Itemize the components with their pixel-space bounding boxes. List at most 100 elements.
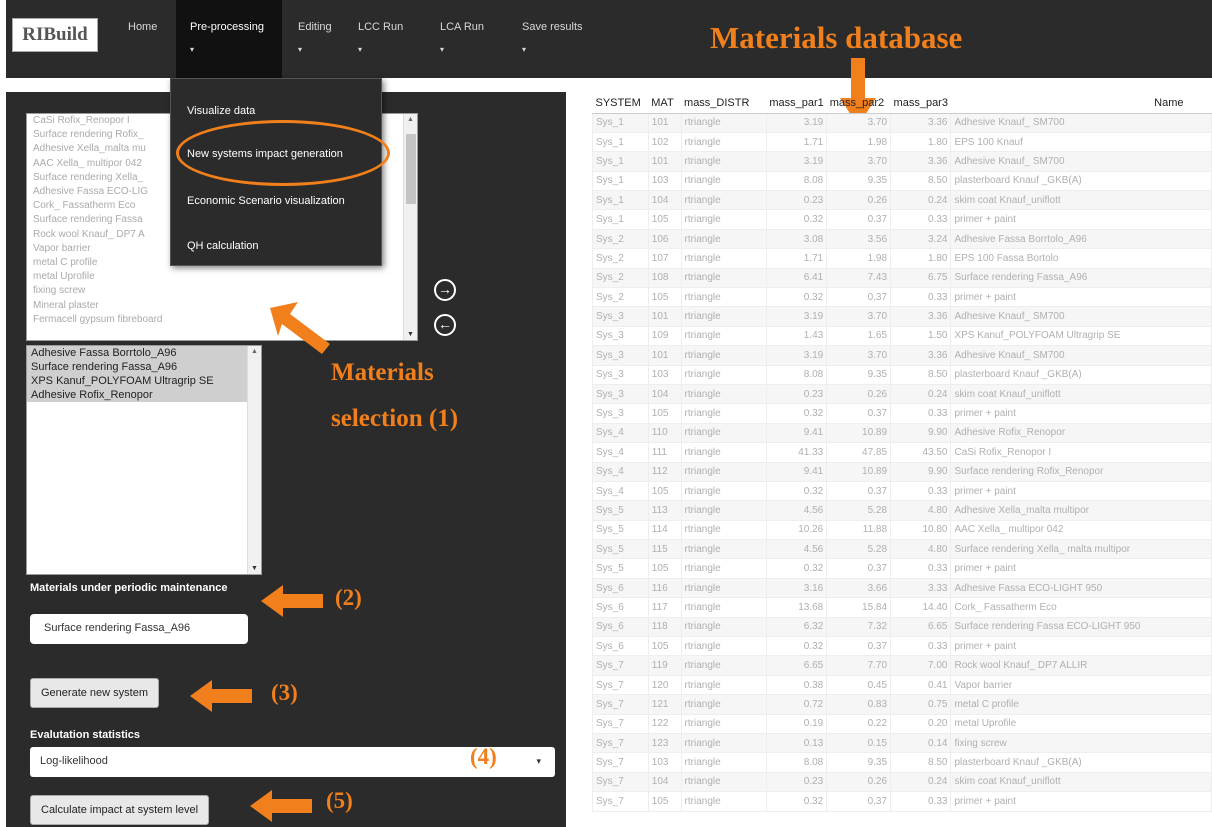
nav-save-results[interactable]: Save results ▾ <box>508 0 596 78</box>
table-cell: rtriangle <box>680 403 767 424</box>
table-row[interactable]: Sys_1 101 rtriangle 3.19 3.70 3.36 Adhesive Kn… <box>592 112 1212 133</box>
table-row[interactable]: Sys_3 103 rtriangle 8.08 9.35 8.50 plasterboar… <box>592 364 1212 385</box>
table-row[interactable]: Sys_1 103 rtriangle 8.08 9.35 8.50 plasterboar… <box>592 170 1212 192</box>
table-cell: rtriangle <box>680 655 767 676</box>
nav-lcc-run[interactable]: LCC Run ▾ <box>344 0 422 78</box>
table-row[interactable]: Sys_2 106 rtriangle 3.08 3.56 3.24 Adhesive Fa… <box>592 228 1212 250</box>
add-material-arrow-icon[interactable]: → <box>434 279 456 301</box>
table-row[interactable]: Sys_7 121 rtriangle 0.72 0.83 0.75 metal C pro… <box>592 694 1212 715</box>
table-cell: Sys_7 <box>592 752 649 773</box>
column-header[interactable]: Name <box>950 94 1212 114</box>
selected-scrollbar[interactable]: ▲ ▼ <box>247 346 261 574</box>
table-row[interactable]: Sys_3 105 rtriangle 0.32 0.37 0.33 primer + pa… <box>592 403 1212 424</box>
table-cell: skim coat Knauf_uniflott <box>950 383 1212 405</box>
table-cell: 3.36 <box>890 306 952 327</box>
table-row[interactable]: Sys_7 119 rtriangle 6.65 7.70 7.00 Rock wool K… <box>592 655 1212 676</box>
logo-text: RIBuild <box>22 24 88 45</box>
table-row[interactable]: Sys_6 118 rtriangle 6.32 7.32 6.65 Surface ren… <box>592 616 1212 638</box>
selected-materials-listbox[interactable]: Adhesive Fassa Borrtolo_A96 Surface rend… <box>26 345 262 575</box>
table-cell: rtriangle <box>680 325 767 347</box>
table-cell: Sys_4 <box>592 480 649 502</box>
table-row[interactable]: Sys_6 105 rtriangle 0.32 0.37 0.33 primer + pa… <box>592 636 1212 657</box>
table-row[interactable]: Sys_2 105 rtriangle 0.32 0.37 0.33 primer + pa… <box>592 287 1212 308</box>
generate-new-system-button[interactable]: Generate new system <box>30 678 159 708</box>
nav-pre-processing[interactable]: Pre-processing ▾ <box>176 0 282 78</box>
list-item[interactable]: Surface rendering Fassa_A96 <box>27 360 247 374</box>
table-cell: 3.24 <box>890 228 952 250</box>
table-row[interactable]: Sys_5 114 rtriangle 10.26 11.88 10.80 AAC Xell… <box>592 519 1212 541</box>
table-cell: 9.41 <box>765 461 828 482</box>
column-header[interactable]: mass_par1 <box>766 94 827 114</box>
table-row[interactable]: Sys_7 123 rtriangle 0.13 0.15 0.14 fixing scre… <box>592 732 1212 754</box>
table-row[interactable]: Sys_6 117 rtriangle 13.68 15.84 14.40 Cork_ Fa… <box>592 597 1212 618</box>
periodic-maintenance-input[interactable]: Surface rendering Fassa_A96 <box>30 614 248 644</box>
table-cell: Sys_4 <box>592 461 649 482</box>
nav-home[interactable]: Home <box>114 0 174 78</box>
scroll-down-icon[interactable]: ▼ <box>251 565 258 572</box>
table-cell: rtriangle <box>680 771 767 793</box>
menu-item-qh-calculation[interactable]: QH calculation <box>187 240 259 252</box>
table-row[interactable]: Sys_7 120 rtriangle 0.38 0.45 0.41 Vapor barri… <box>592 674 1212 696</box>
table-cell: 0.72 <box>765 694 828 715</box>
remove-material-arrow-icon[interactable]: ← <box>434 314 456 336</box>
column-header[interactable]: MAT <box>648 94 682 114</box>
table-row[interactable]: Sys_7 104 rtriangle 0.23 0.26 0.24 skim coat K… <box>592 771 1212 793</box>
list-item[interactable]: Adhesive Fassa Borrtolo_A96 <box>27 346 247 360</box>
table-row[interactable]: Sys_5 105 rtriangle 0.32 0.37 0.33 primer + pa… <box>592 558 1212 579</box>
scrollbar-thumb[interactable] <box>406 134 416 204</box>
nav-editing[interactable]: Editing ▾ <box>284 0 342 78</box>
scroll-up-icon[interactable]: ▲ <box>407 116 414 123</box>
table-row[interactable]: Sys_1 101 rtriangle 3.19 3.70 3.36 Adhesive Kn… <box>592 151 1212 172</box>
table-cell: Adhesive Rofix_Renopor <box>950 422 1212 444</box>
table-cell: 5.28 <box>826 500 892 521</box>
list-item[interactable]: Mineral plaster <box>27 299 417 313</box>
scroll-down-icon[interactable]: ▼ <box>407 331 414 338</box>
column-header[interactable]: mass_par2 <box>826 94 891 114</box>
table-cell: 9.90 <box>890 422 952 444</box>
column-header[interactable]: mass_par3 <box>890 94 951 114</box>
table-row[interactable]: Sys_2 108 rtriangle 6.41 7.43 6.75 Surface ren… <box>592 267 1212 289</box>
table-row[interactable]: Sys_3 109 rtriangle 1.43 1.65 1.50 XPS Kanuf_P… <box>592 325 1212 347</box>
column-header[interactable]: SYSTEM <box>592 94 649 114</box>
list-item[interactable]: XPS Kanuf_POLYFOAM Ultragrip SE <box>27 374 247 388</box>
menu-item-visualize-data[interactable]: Visualize data <box>187 105 255 117</box>
table-row[interactable]: Sys_5 115 rtriangle 4.56 5.28 4.80 Surface ren… <box>592 539 1212 560</box>
table-row[interactable]: Sys_5 113 rtriangle 4.56 5.28 4.80 Adhesive Xe… <box>592 500 1212 521</box>
table-cell: 0.24 <box>890 190 952 211</box>
calculate-impact-button[interactable]: Calculate impact at system level <box>30 795 210 825</box>
table-row[interactable]: Sys_1 105 rtriangle 0.32 0.37 0.33 primer + pa… <box>592 209 1212 230</box>
table-row[interactable]: Sys_7 105 rtriangle 0.32 0.37 0.33 primer + pa… <box>592 791 1212 812</box>
table-cell: 0.22 <box>826 713 892 735</box>
list-item[interactable]: metal Uprofile <box>27 270 417 284</box>
table-cell: rtriangle <box>680 112 767 133</box>
table-row[interactable]: Sys_3 101 rtriangle 3.19 3.70 3.36 Adhesive Kn… <box>592 306 1212 327</box>
table-row[interactable]: Sys_2 107 rtriangle 1.71 1.98 1.80 EPS 100 Fas… <box>592 248 1212 269</box>
table-row[interactable]: Sys_3 101 rtriangle 3.19 3.70 3.36 Adhesive Kn… <box>592 345 1212 366</box>
scroll-up-icon[interactable]: ▲ <box>251 348 258 355</box>
table-row[interactable]: Sys_4 105 rtriangle 0.32 0.37 0.33 primer + pa… <box>592 480 1212 502</box>
nav-lca-run[interactable]: LCA Run ▾ <box>426 0 504 78</box>
table-row[interactable]: Sys_4 112 rtriangle 9.41 10.89 9.90 Surface re… <box>592 461 1212 482</box>
materials-scrollbar[interactable]: ▲ ▼ <box>403 114 417 340</box>
table-cell: 110 <box>647 422 682 444</box>
list-item[interactable]: Fermacell gypsum fibreboard <box>27 313 417 327</box>
table-row[interactable]: Sys_3 104 rtriangle 0.23 0.26 0.24 skim coat K… <box>592 383 1212 405</box>
menu-item-economic-scenario[interactable]: Economic Scenario visualization <box>187 195 345 207</box>
table-row[interactable]: Sys_4 110 rtriangle 9.41 10.89 9.90 Adhesive R… <box>592 422 1212 444</box>
column-header[interactable]: mass_DISTR <box>681 94 767 114</box>
table-row[interactable]: Sys_6 116 rtriangle 3.16 3.66 3.33 Adhesive Fa… <box>592 577 1212 599</box>
table-cell: 0.37 <box>826 287 892 308</box>
table-cell: 1.80 <box>890 131 952 153</box>
table-row[interactable]: Sys_1 104 rtriangle 0.23 0.26 0.24 skim coat K… <box>592 190 1212 211</box>
table-cell: rtriangle <box>680 519 767 541</box>
list-item[interactable]: Adhesive Rofix_Renopor <box>27 388 247 402</box>
ribuild-logo[interactable]: RIBuild <box>12 18 98 52</box>
table-row[interactable]: Sys_1 102 rtriangle 1.71 1.98 1.80 EPS 100 Kna… <box>592 131 1212 153</box>
nav-save-results-label: Save results <box>522 21 583 33</box>
table-cell: 105 <box>647 480 682 502</box>
list-item[interactable]: fixing screw <box>27 284 417 298</box>
table-row[interactable]: Sys_7 122 rtriangle 0.19 0.22 0.20 metal Uprof… <box>592 713 1212 735</box>
table-row[interactable]: Sys_7 103 rtriangle 8.08 9.35 8.50 plasterboar… <box>592 752 1212 773</box>
table-row[interactable]: Sys_4 111 rtriangle 41.33 47.85 43.50 CaSi Rof… <box>592 442 1212 463</box>
table-cell: AAC Xella_ multipor 042 <box>950 519 1212 541</box>
